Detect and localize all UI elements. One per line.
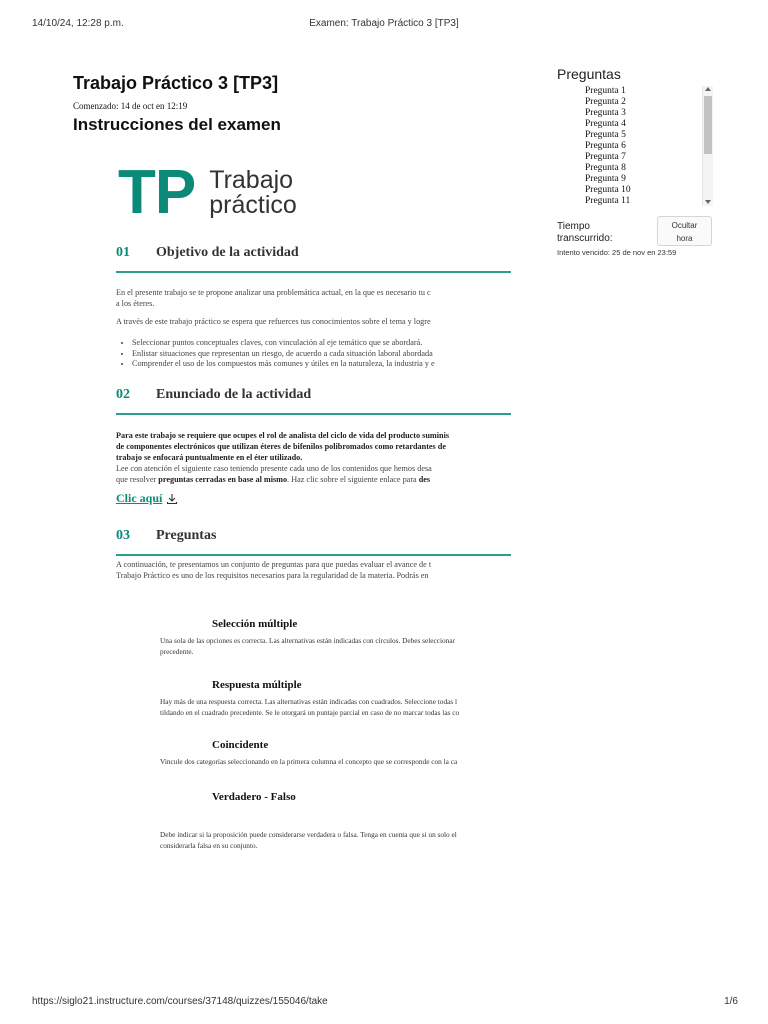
section-title: Enunciado de la actividad — [156, 387, 312, 402]
question-link-10[interactable]: Pregunta 10 — [585, 185, 712, 196]
scroll-up-arrow-icon[interactable] — [705, 87, 711, 91]
scroll-down-arrow-icon[interactable] — [705, 200, 711, 204]
list-item: Comprender el uso de los compuestos más … — [132, 359, 511, 370]
list-item: Seleccionar puntos conceptuales claves, … — [132, 338, 511, 349]
hide-time-button[interactable]: Ocultar hora — [657, 216, 712, 246]
objective-line-2: a los éteres. — [116, 299, 155, 308]
attempt-due-text: Intento vencido: 25 de nov en 23:59 — [557, 248, 677, 257]
statement-bold-text: preguntas cerradas en base al mismo — [158, 475, 288, 484]
print-url: https://siglo21.instructure.com/courses/… — [32, 996, 328, 1007]
list-item: Enlistar situaciones que representan un … — [132, 349, 511, 360]
section-02-header: 02 Enunciado de la actividad — [116, 387, 511, 415]
questions-sidebar-title: Preguntas — [557, 66, 621, 82]
qtype-multiple-answer-desc: Hay más de una respuesta correcta. Las a… — [160, 697, 511, 718]
statement-paragraph: Para este trabajo se requiere que ocupes… — [116, 430, 511, 485]
questions-list-container: Pregunta 1 Pregunta 2 Pregunta 3 Pregunt… — [585, 86, 712, 206]
qtype-matching-title: Coincidente — [212, 739, 269, 751]
download-link-row: Clic aquí — [116, 491, 178, 506]
download-icon[interactable] — [166, 493, 178, 505]
clic-aqui-link[interactable]: Clic aquí — [116, 491, 162, 506]
section-number: 02 — [116, 387, 130, 402]
statement-line-1: Para este trabajo se requiere que ocupes… — [116, 431, 450, 440]
question-link-7[interactable]: Pregunta 7 — [585, 152, 712, 163]
statement-text: . Haz clic sobre el siguiente enlace par… — [287, 475, 419, 484]
section-number: 01 — [116, 245, 130, 260]
hide-time-button-line-1: Ocultar — [671, 221, 698, 230]
question-link-1[interactable]: Pregunta 1 — [585, 86, 712, 97]
statement-line-3: trabajo se enfocará puntualmente en el é… — [116, 453, 303, 462]
section-number: 03 — [116, 528, 130, 543]
tp-logo-words: Trabajo práctico — [209, 168, 297, 218]
section-03-header: 03 Preguntas — [116, 528, 511, 556]
print-page-title: Examen: Trabajo Práctico 3 [TP3] — [309, 18, 459, 29]
qtype-multiple-choice-desc: Una sola de las opciones es correcta. La… — [160, 636, 511, 657]
instructions-heading: Instrucciones del examen — [73, 115, 281, 134]
objective-paragraph-2: A través de este trabajo práctico se esp… — [116, 317, 431, 326]
qtype-desc-line: Hay más de una respuesta correcta. Las a… — [160, 697, 458, 706]
quiz-started-at: Comenzado: 14 de oct en 12:19 — [73, 101, 188, 111]
qtype-desc-line: Debe indicar si la proposición puede con… — [160, 830, 457, 839]
qtype-desc-line: precedente. — [160, 646, 194, 656]
question-link-4[interactable]: Pregunta 4 — [585, 119, 712, 130]
statement-text: que resolver — [116, 475, 159, 484]
qtype-desc-line: tildando en el cuadrado precedente. Se l… — [160, 707, 460, 717]
tp-logo-word-1: Trabajo — [209, 166, 294, 194]
qtype-desc-line: considerarla falsa en su conjunto. — [160, 840, 258, 850]
question-link-5[interactable]: Pregunta 5 — [585, 130, 712, 141]
question-link-8[interactable]: Pregunta 8 — [585, 163, 712, 174]
objective-bullets: Seleccionar puntos conceptuales claves, … — [116, 338, 511, 370]
qtype-true-false-title: Verdadero - Falso — [212, 791, 296, 803]
scrollbar-thumb[interactable] — [704, 96, 712, 154]
question-link-11[interactable]: Pregunta 11 — [585, 196, 712, 206]
question-link-6[interactable]: Pregunta 6 — [585, 141, 712, 152]
qtype-matching-desc: Vincule dos categorías seleccionando en … — [160, 757, 511, 768]
question-link-3[interactable]: Pregunta 3 — [585, 108, 712, 119]
statement-line-4: Lee con atención el siguiente caso tenie… — [116, 464, 432, 473]
qtype-true-false-desc: Debe indicar si la proposición puede con… — [160, 830, 511, 851]
statement-line-5: que resolver preguntas cerradas en base … — [116, 474, 511, 485]
questions-list: Pregunta 1 Pregunta 2 Pregunta 3 Pregunt… — [585, 86, 712, 206]
questions-line-1: A continuación, te presentamos un conjun… — [116, 560, 432, 569]
print-page-number: 1/6 — [724, 996, 738, 1007]
objective-paragraph-1: En el presente trabajo se te propone ana… — [116, 287, 511, 309]
question-link-2[interactable]: Pregunta 2 — [585, 97, 712, 108]
section-title: Preguntas — [156, 528, 217, 543]
tp-logo-word-2: práctico — [209, 191, 297, 219]
questions-scrollbar[interactable] — [702, 86, 713, 206]
section-01-header: 01 Objetivo de la actividad — [116, 245, 511, 273]
instructions-content: TP Trabajo práctico 01 Objetivo de la ac… — [116, 160, 511, 860]
tp-logo-letters: TP — [118, 160, 196, 227]
question-link-9[interactable]: Pregunta 9 — [585, 174, 712, 185]
statement-bold-text: des — [418, 475, 431, 484]
qtype-multiple-choice-title: Selección múltiple — [212, 618, 298, 630]
tp-logo: TP Trabajo práctico — [118, 162, 297, 224]
statement-line-2: de componentes electrónicos que utilizan… — [116, 442, 446, 451]
qtype-multiple-answer-title: Respuesta múltiple — [212, 679, 302, 691]
time-elapsed-label: Tiempo transcurrido: — [557, 221, 613, 244]
hide-time-button-line-2: hora — [676, 234, 693, 243]
section-title: Objetivo de la actividad — [156, 245, 299, 260]
objective-line-1: En el presente trabajo se te propone ana… — [116, 288, 431, 297]
qtype-desc-line: Vincule dos categorías seleccionando en … — [160, 757, 458, 766]
qtype-desc-line: Una sola de las opciones es correcta. La… — [160, 636, 455, 645]
quiz-title: Trabajo Práctico 3 [TP3] — [73, 73, 279, 93]
questions-line-2: Trabajo Práctico es uno de los requisito… — [116, 571, 429, 580]
questions-paragraph: A continuación, te presentamos un conjun… — [116, 559, 511, 581]
